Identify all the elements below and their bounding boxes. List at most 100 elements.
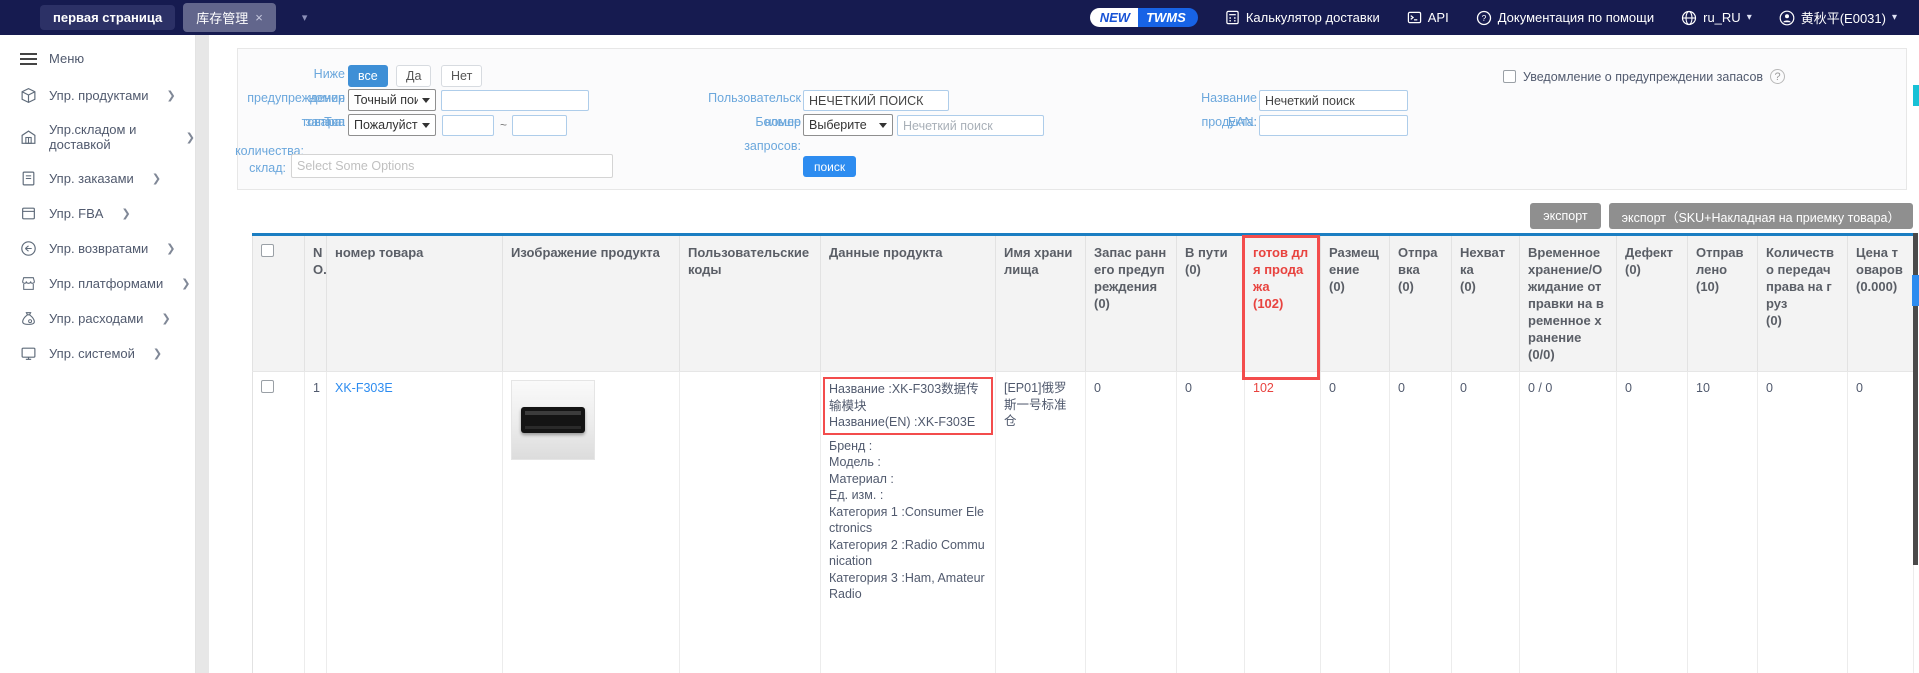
chevron-right-icon: ❯ (186, 131, 195, 144)
label-item-number-1: номер (145, 91, 345, 105)
help-docs-link[interactable]: ? Документация по помощи (1476, 10, 1654, 26)
twms-badge: NEW TWMS (1090, 8, 1198, 27)
cell-product-image (503, 372, 680, 673)
table-header-row: NO. номер товара Изображение продукта По… (253, 236, 1914, 372)
header-storage-name: Имя хранилища (996, 236, 1086, 372)
product-image[interactable] (511, 380, 595, 460)
api-label: API (1428, 10, 1449, 25)
select-all-checkbox[interactable] (261, 244, 274, 257)
chevron-right-icon: ❯ (166, 242, 175, 255)
layout: Меню Упр. продуктами ❯ Упр.складом и дос… (0, 35, 1919, 673)
range-tilde: ~ (500, 118, 507, 132)
box-icon (20, 205, 37, 222)
sku-link[interactable]: XK-F303E (335, 381, 393, 395)
product-field: Название :XK-F303数据传输模块 (829, 381, 987, 414)
qty-type-select[interactable]: Пожалуйст (348, 114, 436, 136)
user-menu[interactable]: 黄秋平(E0031) ▾ (1779, 8, 1897, 27)
more-select-value: Выберите (809, 118, 875, 132)
product-field: Ед. изм. : (829, 487, 987, 504)
sidebar-item-expenses[interactable]: Упр. расходами ❯ (0, 301, 195, 336)
chevron-right-icon: ❯ (181, 277, 190, 290)
cell-item-number: XK-F303E (327, 372, 503, 673)
tabs-dropdown-caret-icon[interactable]: ▾ (302, 11, 308, 24)
sidebar-item-platforms[interactable]: Упр. платформами ❯ (0, 266, 195, 301)
shipping-calculator-label: Калькулятор доставки (1246, 10, 1380, 25)
cell-product-data: Название :XK-F303数据传输模块 Название(EN) :XK… (821, 372, 996, 673)
menu-label: Меню (49, 51, 84, 66)
cell-goods-price: 0 (1848, 372, 1914, 673)
inventory-table: NO. номер товара Изображение продукта По… (252, 233, 1913, 673)
tab-close-icon[interactable]: × (255, 10, 263, 25)
monitor-icon (20, 345, 37, 362)
qty-from-input[interactable] (442, 115, 494, 136)
sidebar-item-returns[interactable]: Упр. возвратами ❯ (0, 231, 195, 266)
cell-shipped: 10 (1688, 372, 1758, 673)
toggle-no-button[interactable]: Нет (441, 65, 482, 87)
user-caret-icon: ▾ (1892, 12, 1897, 23)
more-select[interactable]: Выберите (803, 114, 893, 136)
label-below-warning-1: Ниже (145, 67, 345, 81)
label-qty-type-1: Тип (145, 115, 345, 129)
search-button[interactable]: поиск (803, 156, 856, 177)
label-product-name-1: Название (1057, 91, 1257, 105)
language-switcher[interactable]: ru_RU ▾ (1681, 10, 1752, 26)
warehouse-multiselect[interactable] (291, 154, 613, 178)
label-ean: EAN: (1057, 115, 1257, 129)
export-sku-button[interactable]: экспорт（SKU+Накладная на приемку товара） (1609, 203, 1913, 229)
main-content: Ниже предупреждения запаса номер товара:… (196, 35, 1919, 673)
user-name-label: 黄秋平(E0031) (1801, 8, 1886, 27)
cell-ready-for-sale: 102 (1245, 372, 1321, 673)
question-circle-icon: ? (1476, 10, 1492, 26)
api-link[interactable]: API (1407, 10, 1449, 25)
shipping-calculator-link[interactable]: Калькулятор доставки (1225, 10, 1380, 25)
new-badge-label: NEW (1090, 8, 1138, 27)
app-window: первая страница 库存管理 × ▾ NEW TWMS Кальку… (0, 0, 1919, 673)
device-photo-shape (521, 407, 585, 433)
language-caret-icon: ▾ (1747, 12, 1752, 23)
header-select-all (253, 236, 305, 372)
help-docs-label: Документация по помощи (1498, 10, 1654, 25)
ean-input[interactable] (1259, 115, 1408, 136)
toggle-yes-button[interactable]: Да (396, 65, 431, 87)
tab-inventory[interactable]: 库存管理 × (183, 3, 276, 32)
match-type-value: Точный пои (354, 93, 418, 107)
toggle-all-button[interactable]: все (348, 65, 388, 87)
svg-text:?: ? (1481, 13, 1486, 23)
twms-brand-label: TWMS (1138, 8, 1198, 27)
table-row: 1 XK-F303E Название :XK-F303数据传输模块 Назва… (253, 372, 1914, 673)
cell-custom-codes (680, 372, 821, 673)
help-icon[interactable]: ? (1770, 69, 1785, 84)
qty-type-value: Пожалуйст (354, 118, 418, 132)
custom-query-input[interactable] (803, 90, 949, 111)
qty-to-input[interactable] (512, 115, 567, 136)
match-type-select[interactable]: Точный пои (348, 89, 436, 111)
select-caret-icon (422, 123, 430, 128)
header-in-transit: В пути(0) (1177, 236, 1245, 372)
label-qty-type-2: количества: (104, 144, 304, 158)
product-field: Категория 1 :Consumer Electronics (829, 504, 987, 537)
scrollbar-thumb-cyan[interactable] (1913, 85, 1919, 106)
tab-home[interactable]: первая страница (40, 5, 175, 30)
product-name-input[interactable] (1259, 90, 1408, 111)
fuzzy-search-input[interactable] (897, 115, 1044, 136)
product-field: Категория 3 :Ham, Amateur Radio (829, 570, 987, 603)
cell-defect: 0 (1617, 372, 1688, 673)
product-field: Бренд : (829, 438, 987, 455)
scrollbar-thumb-blue[interactable] (1912, 275, 1919, 306)
export-button[interactable]: экспорт (1530, 203, 1600, 229)
sidebar-item-label: Упр. продуктами (49, 88, 149, 103)
topbar-nav: NEW TWMS Калькулятор доставки API ? Доку (1090, 8, 1897, 27)
sidebar-item-fba[interactable]: Упр. FBA ❯ (0, 196, 195, 231)
sidebar-item-system[interactable]: Упр. системой ❯ (0, 336, 195, 371)
label-warehouse: склад: (86, 161, 286, 175)
sidebar-item-label: Упр. расходами (49, 311, 143, 326)
sidebar-item-label: Упр. платформами (49, 276, 163, 291)
item-number-input[interactable] (441, 90, 589, 111)
header-product-data: Данные продукта (821, 236, 996, 372)
sidebar-item-label: Упр. FBA (49, 206, 103, 221)
cell-placement: 0 (1321, 372, 1390, 673)
row-checkbox[interactable] (261, 380, 274, 393)
notify-checkbox[interactable] (1503, 70, 1516, 83)
sidebar-item-label: Упр. возвратами (49, 241, 148, 256)
header-shipping: Отправка(0) (1390, 236, 1452, 372)
